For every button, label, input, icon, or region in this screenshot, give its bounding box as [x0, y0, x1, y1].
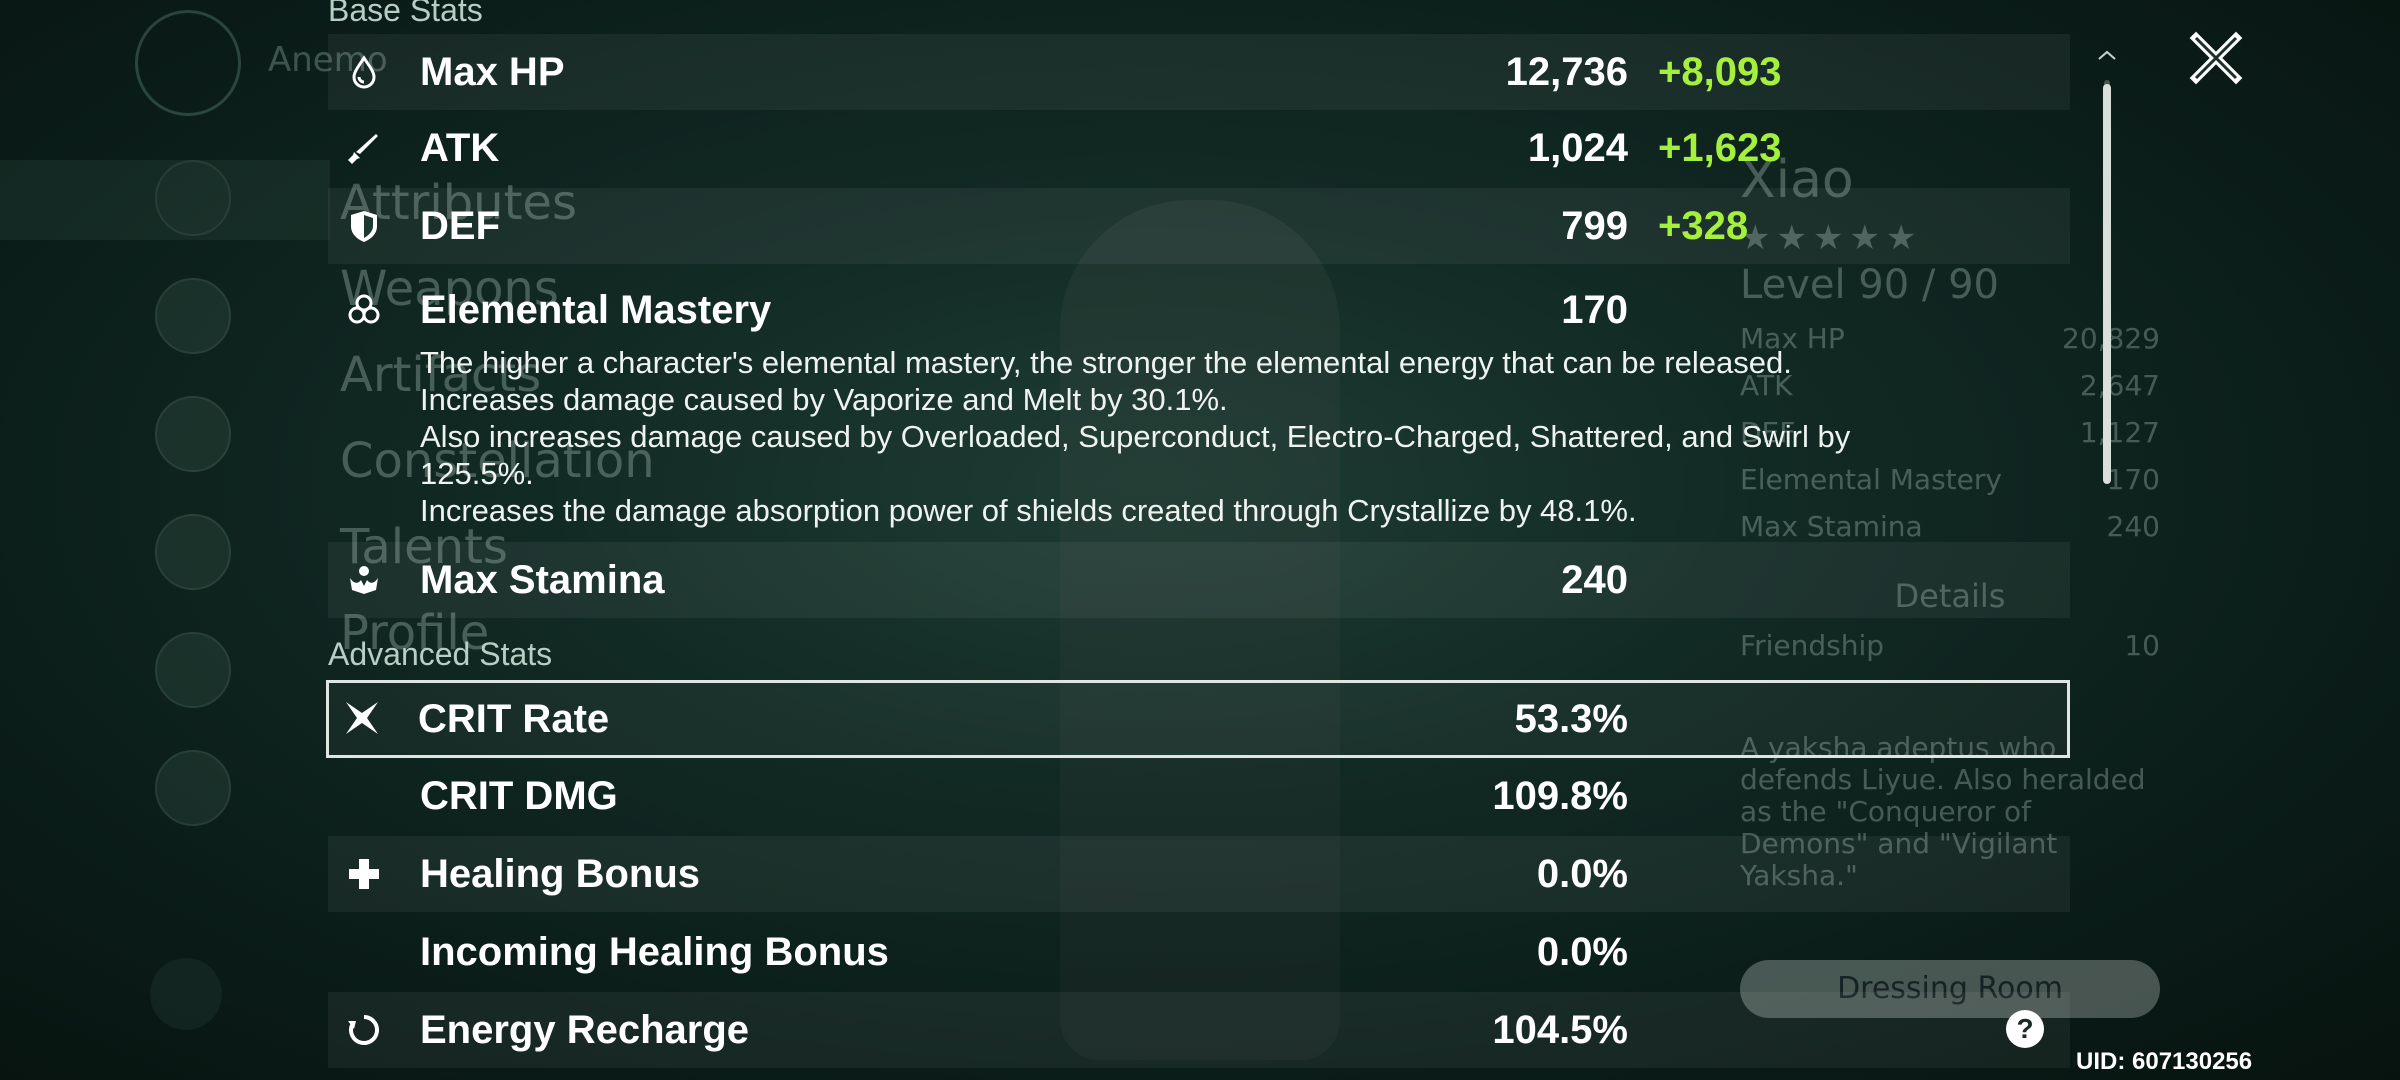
stat-name: Healing Bonus — [420, 851, 701, 896]
scrollbar-thumb[interactable] — [2103, 84, 2111, 484]
crit-star-icon — [346, 702, 378, 734]
stat-row-elemental-mastery[interactable]: Elemental Mastery 170 — [328, 272, 2070, 348]
shield-icon — [351, 211, 377, 242]
stat-row-def[interactable]: DEF 799 +328 — [328, 188, 2070, 264]
description-line: Increases the damage absorption power of… — [420, 493, 1637, 528]
element-emblem-icon — [135, 10, 241, 116]
stat-row-crit-dmg[interactable]: CRIT DMG 109.8% — [328, 758, 2070, 834]
stat-value: 799 — [1561, 203, 1628, 248]
stat-name: Elemental Mastery — [420, 287, 772, 332]
hp-drop-icon — [352, 55, 376, 89]
stat-value: 109.8% — [1492, 773, 1628, 818]
stat-value: 0.0% — [1536, 929, 1628, 974]
stat-name: DEF — [420, 203, 500, 248]
stat-value: 104.5% — [1492, 1007, 1628, 1052]
stat-name: CRIT Rate — [418, 696, 610, 741]
stat-value: 170 — [1561, 287, 1628, 332]
stat-name: ATK — [420, 125, 500, 170]
stat-bonus: +1,623 — [1658, 125, 1782, 170]
stat-row-crit-rate[interactable]: CRIT Rate 53.3% — [326, 680, 2070, 758]
stat-value: 53.3% — [1514, 696, 1628, 741]
stat-name: Energy Recharge — [420, 1007, 750, 1052]
stat-row-healing-bonus[interactable]: Healing Bonus 0.0% — [328, 836, 2070, 912]
stamina-icon — [350, 566, 378, 594]
stat-row-max-stamina[interactable]: Max Stamina 240 — [328, 542, 2070, 618]
stat-bonus: +328 — [1658, 203, 1749, 248]
stat-name: Max HP — [420, 49, 565, 94]
avatar[interactable] — [155, 514, 231, 590]
description-line: Also increases damage caused by Overload… — [420, 419, 1851, 491]
uid-label: UID: 607130256 — [2076, 1048, 2253, 1075]
avatar[interactable] — [155, 396, 231, 472]
advanced-stats-header: Advanced Stats — [328, 636, 553, 672]
avatar[interactable] — [155, 750, 231, 826]
stat-row-energy-recharge[interactable]: Energy Recharge 104.5% — [328, 992, 2070, 1068]
stats-panel: Base Stats Max HP 12,736 +8,093 ATK 1,02… — [326, 0, 2070, 1080]
stat-row-max-hp[interactable]: Max HP 12,736 +8,093 — [328, 34, 2070, 110]
stat-bonus: +8,093 — [1658, 49, 1782, 94]
stat-row-incoming-healing-bonus[interactable]: Incoming Healing Bonus 0.0% — [328, 914, 2070, 990]
stat-value: 12,736 — [1505, 49, 1628, 94]
stat-name: Incoming Healing Bonus — [420, 929, 889, 974]
mastery-icon — [348, 294, 380, 324]
sword-icon — [348, 134, 378, 164]
stat-value: 0.0% — [1536, 851, 1628, 896]
description-line: The higher a character's elemental maste… — [420, 345, 1792, 380]
avatar[interactable] — [155, 632, 231, 708]
stat-name: Max Stamina — [420, 557, 665, 602]
elemental-mastery-block: Elemental Mastery 170 The higher a chara… — [328, 272, 2070, 542]
scroll-up-icon[interactable] — [2096, 48, 2118, 62]
avatar[interactable] — [155, 160, 231, 236]
elemental-mastery-description: The higher a character's elemental maste… — [420, 344, 1960, 529]
base-stats-header: Base Stats — [328, 0, 483, 28]
grid-menu-icon[interactable] — [150, 958, 222, 1030]
energy-recharge-icon — [348, 1015, 379, 1045]
avatar[interactable] — [155, 278, 231, 354]
stat-name: CRIT DMG — [420, 773, 618, 818]
healing-cross-icon — [349, 859, 379, 889]
stat-value: 1,024 — [1527, 125, 1628, 170]
bg-selected-tab — [0, 160, 330, 240]
close-icon[interactable] — [2188, 30, 2244, 86]
stat-row-atk[interactable]: ATK 1,024 +1,623 — [328, 110, 2070, 186]
stat-value: 240 — [1561, 557, 1628, 602]
description-line: Increases damage caused by Vaporize and … — [420, 382, 1228, 417]
help-button[interactable]: ? — [2006, 1010, 2044, 1048]
